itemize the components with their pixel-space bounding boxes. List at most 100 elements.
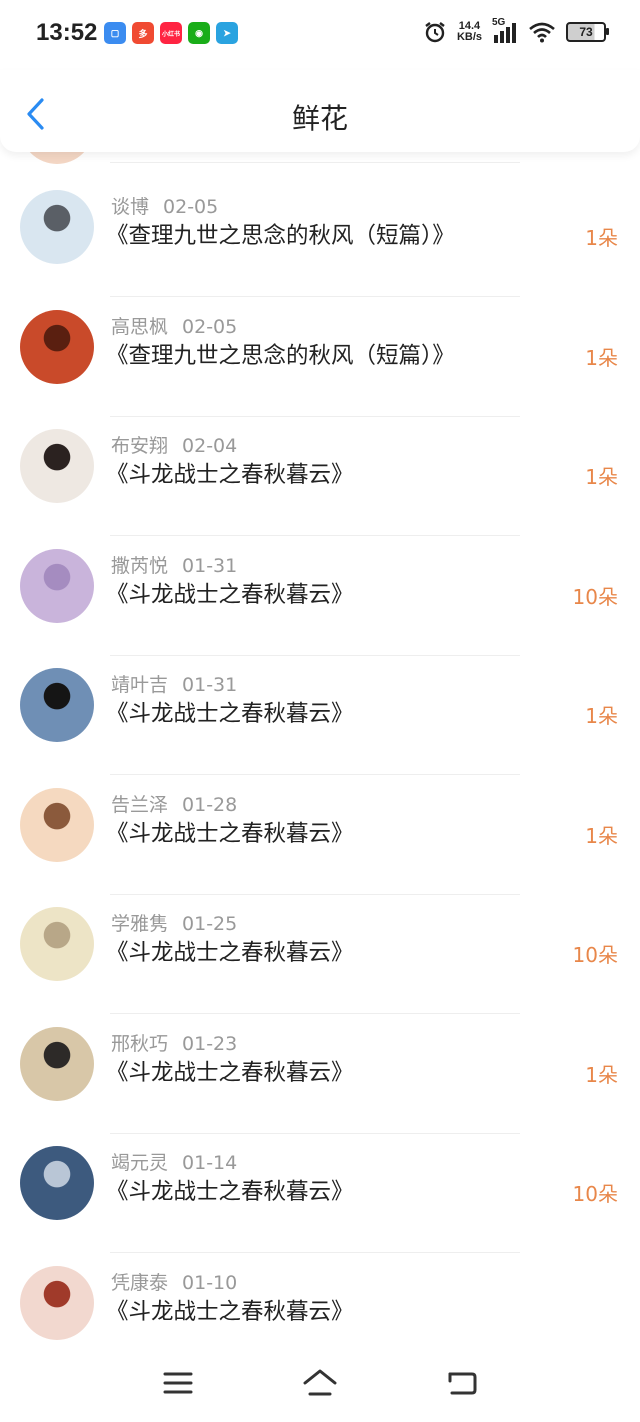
item-meta: 告兰泽 01-28 [111,790,237,817]
flower-count: 1朵 [585,823,618,848]
list-item[interactable]: 布安翔 02-04 《斗龙战士之春秋暮云》 1朵 [0,429,640,549]
book-title[interactable]: 《查理九世之思念的秋风（短篇）》 [106,338,455,370]
screen-cast-app-icon: ▢ [104,22,126,44]
avatar[interactable] [20,907,94,981]
book-title[interactable]: 《斗龙战士之春秋暮云》 [106,1294,354,1326]
book-title[interactable]: 《斗龙战士之春秋暮云》 [106,1174,354,1206]
book-title[interactable]: 《斗龙战士之春秋暮云》 [106,935,354,967]
divider [110,654,520,656]
list-item[interactable]: 告兰泽 01-28 《斗龙战士之春秋暮云》 1朵 [0,787,640,908]
list-item[interactable]: 高思枫 02-05 《查理九世之思念的秋风（短篇）》 1朵 [0,309,640,430]
user-name[interactable]: 邢秋巧 [111,1033,168,1055]
gift-date: 02-05 [163,196,219,218]
user-name[interactable]: 撒芮悦 [111,555,168,577]
flower-count: 1朵 [585,465,618,489]
gift-date: 01-28 [182,793,238,816]
cellular-signal: 5G [492,17,518,43]
avatar[interactable] [20,787,94,862]
item-meta: 竭元灵 01-14 [111,1148,237,1175]
wifi-icon [529,22,555,43]
book-title[interactable]: 《斗龙战士之春秋暮云》 [106,457,354,489]
gift-date: 01-25 [182,913,238,935]
book-title[interactable]: 《斗龙战士之春秋暮云》 [106,1055,354,1087]
gift-date: 01-31 [182,554,238,577]
divider [110,1252,520,1253]
home-icon [303,1369,337,1396]
return-icon [448,1372,477,1395]
user-name[interactable]: 布安翔 [111,435,168,457]
return-button[interactable] [437,1358,487,1408]
item-meta: 高思枫 02-05 [111,312,237,339]
list-item[interactable]: 撒芮悦 01-31 《斗龙战士之春秋暮云》 10朵 [0,548,640,669]
avatar[interactable] [20,1265,94,1340]
status-indicators: 14.4 KB/s 5G 73 [423,17,609,44]
menu-button[interactable] [153,1358,203,1408]
alarm-clock-icon [425,22,445,43]
page-title: 鲜花 [291,102,348,135]
xiaohongshu-app-icon: 小红书 [160,22,182,44]
divider [110,162,520,163]
list-item[interactable]: 竭元灵 01-14 《斗龙战士之春秋暮云》 10朵 [0,1146,640,1266]
item-meta: 凭康泰 01-10 [111,1268,237,1295]
user-name[interactable]: 学雅隽 [111,913,168,935]
gift-date: 01-10 [182,1271,238,1294]
telegram-app-icon: ➤ [216,22,238,44]
flower-count: 10朵 [572,943,618,967]
gift-date: 01-23 [182,1032,238,1055]
list-item[interactable]: 邢秋巧 01-23 《斗龙战士之春秋暮云》 1朵 [0,1026,640,1147]
title-bar: 鲜花 [0,70,640,152]
user-name[interactable]: 谈博 [111,196,149,218]
home-button[interactable] [295,1358,345,1408]
book-title[interactable]: 《查理九世之思念的秋风（短篇）》 [106,218,455,250]
flower-count: 1朵 [585,1062,618,1087]
list-item[interactable]: 靖叶吉 01-31 《斗龙战士之春秋暮云》 1朵 [0,668,640,788]
avatar[interactable] [20,1146,94,1220]
battery-level: 73 [579,25,593,39]
avatar[interactable] [20,548,94,623]
flower-count: 1朵 [585,704,618,728]
divider [110,893,520,895]
divider [110,1132,520,1134]
item-meta: 布安翔 02-04 [111,431,237,458]
divider [110,1013,520,1014]
net-speed: 14.4 KB/s [457,21,482,43]
net-speed-unit: KB/s [456,31,482,43]
book-title[interactable]: 《斗龙战士之春秋暮云》 [106,577,354,609]
signal-bars-icon [494,23,516,43]
divider [110,774,520,775]
user-name[interactable]: 凭康泰 [111,1272,168,1294]
item-meta: 谈博 02-05 [111,192,218,219]
avatar[interactable] [20,309,94,384]
notification-app-icons: ▢ 多小红书 ◉ ➤ [104,22,238,44]
avatar[interactable] [20,429,94,503]
flower-count: 1朵 [585,345,618,370]
item-meta: 学雅隽 01-25 [111,909,237,936]
flower-count: 10朵 [572,584,618,609]
avatar[interactable] [20,668,94,742]
battery-indicator: 73 [566,22,609,42]
list-item[interactable]: 谈博 02-05 《查理九世之思念的秋风（短篇）》 1朵 [0,190,640,310]
wechat-app-icon: ◉ [188,22,210,44]
book-title[interactable]: 《斗龙战士之春秋暮云》 [106,816,354,848]
avatar[interactable] [20,1026,94,1101]
item-meta: 撒芮悦 01-31 [111,551,237,578]
list-item[interactable]: 学雅隽 01-25 《斗龙战士之春秋暮云》 10朵 [0,907,640,1027]
flower-gift-list[interactable]: 《他们从来……不是神明》1朵谈博02-05《查理九世之思念的秋风（短篇）》1朵高… [0,90,640,1385]
divider [110,415,520,417]
divider [110,296,520,297]
gift-date: 01-14 [182,1152,238,1174]
gift-date: 02-04 [182,435,238,457]
pinduoduo-app-icon: 多 [132,22,154,44]
gift-date: 02-05 [182,315,238,338]
flower-count: 1朵 [585,226,618,250]
status-bar: 13:52 ▢ 多小红书 ◉ ➤ 14.4 KB/s 5G 73 [0,0,640,70]
book-title[interactable]: 《斗龙战士之春秋暮云》 [106,696,354,728]
avatar[interactable] [20,190,94,264]
user-name[interactable]: 竭元灵 [111,1152,168,1174]
gift-date: 01-31 [182,674,238,696]
user-name[interactable]: 靖叶吉 [111,674,168,696]
user-name[interactable]: 告兰泽 [111,794,168,816]
menu-icon [163,1372,193,1394]
system-nav-bar [0,1348,640,1422]
user-name[interactable]: 高思枫 [111,316,168,338]
